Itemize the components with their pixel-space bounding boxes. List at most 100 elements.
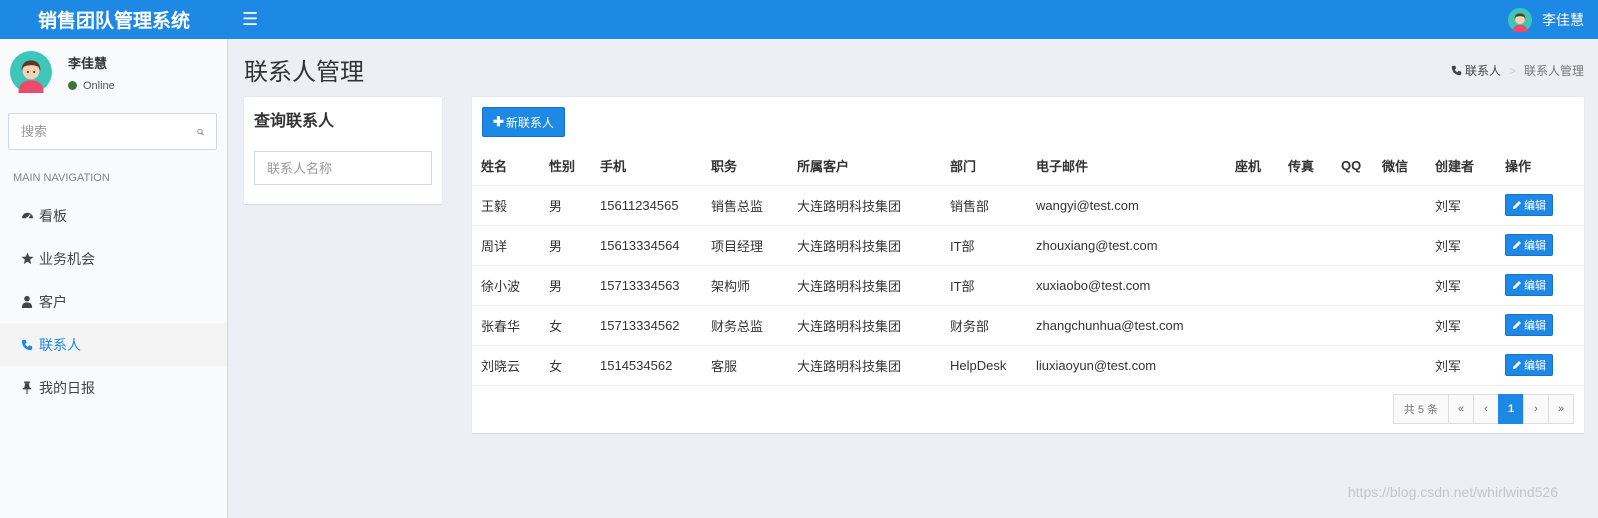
pagination-next[interactable]: › xyxy=(1523,394,1549,424)
breadcrumb-current: 联系人管理 xyxy=(1523,64,1584,78)
table-cell: 大连路明科技集团 xyxy=(788,345,941,386)
edit-button[interactable]: 编辑 xyxy=(1505,314,1553,336)
breadcrumb: 联系人 > 联系人管理 xyxy=(1451,62,1584,79)
table-cell xyxy=(1226,185,1279,226)
pencil-icon xyxy=(1513,241,1521,249)
table-row: 刘晓云女 1514534562 客服 大连路明科技集团 HelpDesk liuxiaoy… xyxy=(472,345,1584,386)
edit-button[interactable]: 编辑 xyxy=(1505,354,1553,376)
table-cell: 刘军 xyxy=(1426,225,1496,266)
table-cell xyxy=(1373,265,1426,306)
table-cell xyxy=(1279,185,1332,226)
table-cell: 大连路明科技集团 xyxy=(788,185,941,226)
table-cell-actions: 编辑 xyxy=(1496,225,1584,266)
top-user-menu[interactable]: 李佳慧 xyxy=(1508,0,1584,39)
table-cell-actions: 编辑 xyxy=(1496,265,1584,306)
table-cell xyxy=(1226,345,1279,386)
pencil-icon xyxy=(1513,321,1521,329)
nav-header: MAIN NAVIGATION xyxy=(13,172,110,184)
pagination-last[interactable]: » xyxy=(1548,394,1574,424)
table-row: 张春华女 15713334562 财务总监 大连路明科技集团 财务部 zhangchunh… xyxy=(472,305,1584,346)
contact-name-input[interactable] xyxy=(254,151,432,185)
table-cell-actions: 编辑 xyxy=(1496,305,1584,346)
breadcrumb-link[interactable]: 联系人 xyxy=(1465,62,1501,79)
edit-button[interactable]: 编辑 xyxy=(1505,194,1553,216)
table-cell: 财务总监 xyxy=(702,305,788,346)
table-cell: IT部 xyxy=(941,265,1027,306)
table-cell: 王毅 xyxy=(472,185,540,226)
top-header: 销售团队管理系统 ☰ 李佳慧 xyxy=(0,0,1598,39)
user-icon xyxy=(20,295,34,309)
table-cell xyxy=(1373,185,1426,226)
table-cell: wangyi@test.com xyxy=(1027,185,1226,226)
table-cell: 客服 xyxy=(702,345,788,386)
edit-button[interactable]: 编辑 xyxy=(1505,274,1553,296)
table-cell xyxy=(1226,265,1279,306)
table-cell xyxy=(1279,345,1332,386)
sidebar-item-daily-report[interactable]: 我的日报 xyxy=(0,366,227,409)
column-header: QQ xyxy=(1332,147,1373,186)
edit-label: 编辑 xyxy=(1524,240,1546,252)
table-cell: 张春华 xyxy=(472,305,540,346)
dashboard-icon xyxy=(20,209,34,223)
search-panel-title: 查询联系人 xyxy=(254,113,335,130)
table-cell: xuxiaobo@test.com xyxy=(1027,265,1226,306)
table-cell: 徐小波 xyxy=(472,265,540,306)
search-icon[interactable] xyxy=(197,125,204,139)
sidebar-item-contacts[interactable]: 联系人 xyxy=(0,323,227,366)
column-header: 职务 xyxy=(702,147,788,186)
table-cell: 15613334564 xyxy=(591,225,702,266)
sidebar-item-opportunities[interactable]: 业务机会 xyxy=(0,237,227,280)
column-header: 操作 xyxy=(1496,147,1584,186)
pencil-icon xyxy=(1513,201,1521,209)
breadcrumb-separator: > xyxy=(1508,63,1516,78)
contacts-table: 姓名 性别 手机 职务 所属客户 部门 电子邮件 座机 传真 QQ 微信 创建者… xyxy=(472,147,1584,386)
sidebar-item-dashboard[interactable]: 看板 xyxy=(0,194,227,237)
avatar xyxy=(10,51,52,93)
sidebar-item-label: 我的日报 xyxy=(39,379,95,396)
user-status: Online xyxy=(68,80,115,92)
table-cell: IT部 xyxy=(941,225,1027,266)
column-header: 传真 xyxy=(1279,147,1332,186)
table-cell: 15713334563 xyxy=(591,265,702,306)
table-cell xyxy=(1226,305,1279,346)
hamburger-icon[interactable]: ☰ xyxy=(242,9,258,30)
new-contact-button[interactable]: ✚ 新联系人 xyxy=(482,107,565,137)
sidebar-item-label: 客户 xyxy=(39,293,67,310)
pagination-page[interactable]: 1 xyxy=(1498,394,1524,424)
app-title[interactable]: 销售团队管理系统 xyxy=(0,0,228,39)
column-header: 所属客户 xyxy=(788,147,941,186)
edit-label: 编辑 xyxy=(1524,200,1546,212)
pencil-icon xyxy=(1513,361,1521,369)
table-cell xyxy=(1279,305,1332,346)
phone-icon xyxy=(1451,65,1462,76)
pagination-prev[interactable]: ‹ xyxy=(1473,394,1499,424)
table-cell xyxy=(1373,345,1426,386)
table-cell: 大连路明科技集团 xyxy=(788,225,941,266)
column-header: 性别 xyxy=(540,147,591,186)
star-icon xyxy=(20,252,34,266)
table-cell xyxy=(1332,225,1373,266)
column-header: 手机 xyxy=(591,147,702,186)
table-cell xyxy=(1279,265,1332,306)
sidebar-item-customers[interactable]: 客户 xyxy=(0,280,227,323)
table-cell: 刘军 xyxy=(1426,265,1496,306)
column-header: 座机 xyxy=(1226,147,1279,186)
pagination-first[interactable]: « xyxy=(1448,394,1474,424)
table-cell: 1514534562 xyxy=(591,345,702,386)
pagination-total: 共 5 条 xyxy=(1392,394,1449,424)
table-cell xyxy=(1332,265,1373,306)
table-row: 周详男 15613334564 项目经理 大连路明科技集团 IT部 zhouxiang@t… xyxy=(472,225,1584,266)
user-panel: 李佳慧 Online xyxy=(0,39,227,105)
sidebar-search xyxy=(8,113,217,150)
table-row: 徐小波男 15713334563 架构师 大连路明科技集团 IT部 xuxiaobo@te… xyxy=(472,265,1584,306)
table-cell: 项目经理 xyxy=(702,225,788,266)
table-cell xyxy=(1226,225,1279,266)
table-cell xyxy=(1332,305,1373,346)
search-input[interactable] xyxy=(21,124,197,139)
table-cell: 15611234565 xyxy=(591,185,702,226)
edit-button[interactable]: 编辑 xyxy=(1505,234,1553,256)
table-cell: 销售总监 xyxy=(702,185,788,226)
table-cell: 刘晓云 xyxy=(472,345,540,386)
table-cell xyxy=(1332,345,1373,386)
sidebar: 李佳慧 Online MAIN NAVIGATION 看板 业务机会 客户 xyxy=(0,39,228,518)
